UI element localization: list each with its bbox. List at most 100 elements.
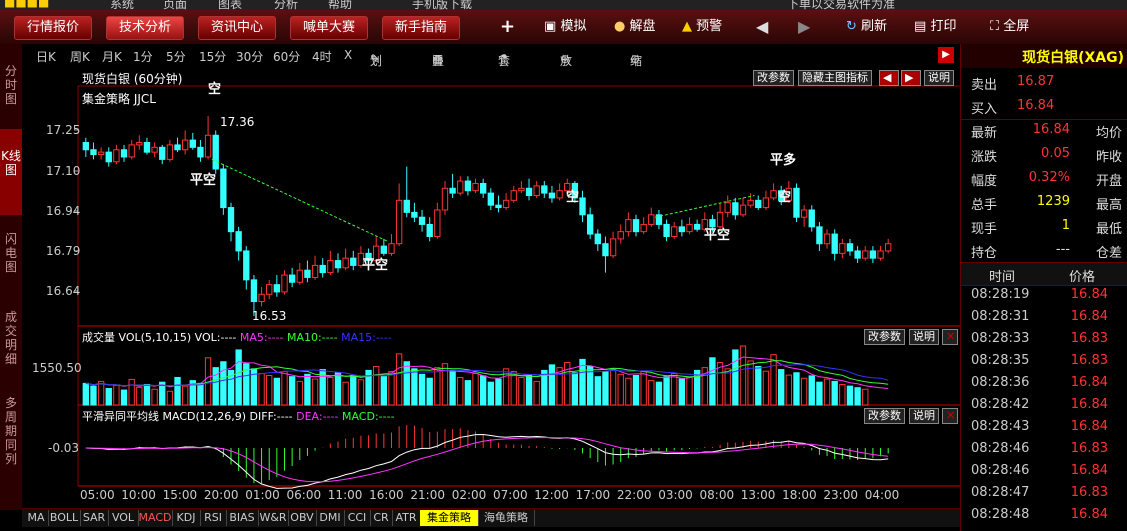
indicator-tab[interactable]: BIAS: [226, 510, 259, 526]
kline-chart[interactable]: [22, 68, 960, 510]
unlock-button[interactable]: ● 解盘: [614, 16, 656, 38]
menu-item[interactable]: 系统: [110, 0, 134, 10]
indicator-tab[interactable]: SAR: [80, 510, 109, 526]
volume-bar: [197, 382, 204, 406]
indicator-tab[interactable]: OBV: [288, 510, 317, 526]
download-link[interactable]: 手机版下载: [412, 0, 472, 10]
refresh-button[interactable]: ↻ 刷新: [846, 16, 887, 38]
indicator-tab[interactable]: CCI: [344, 510, 371, 526]
back-arrow-icon[interactable]: ◀: [756, 16, 768, 38]
period-day[interactable]: 日K: [36, 48, 56, 65]
volume-bar: [846, 385, 854, 406]
volume-bar: [732, 349, 739, 406]
indicator-tab[interactable]: KDJ: [172, 510, 201, 526]
vol-close-icon[interactable]: ✕: [942, 329, 958, 345]
period-60min[interactable]: 60分: [273, 48, 300, 65]
menu-item[interactable]: 帮助: [328, 0, 352, 10]
indicator-tab[interactable]: DMI: [316, 510, 345, 526]
tick-row: 08:28:47 16.83: [961, 482, 1127, 504]
vol-explain-button[interactable]: 说明: [909, 329, 939, 345]
next-arrow-icon[interactable]: ▶: [901, 70, 921, 86]
tick-list[interactable]: 08:28:19 16.84 08:28:31 16.84 08:28:33 16.83 0…: [961, 284, 1127, 529]
forward-arrow-icon[interactable]: ▶: [798, 16, 810, 38]
tab-kline[interactable]: K线图: [0, 129, 22, 215]
tick-price: 16.84: [1070, 375, 1108, 390]
hide-indicator-button[interactable]: 隐藏主图指标: [798, 70, 872, 86]
tick-time: 08:28:46: [971, 441, 1030, 456]
macd-change-params-button[interactable]: 改参数: [864, 408, 905, 424]
volume-bar: [296, 380, 303, 406]
period-month[interactable]: 月K: [102, 48, 122, 65]
tab-news[interactable]: 资讯中心: [198, 16, 276, 40]
candle-body: [449, 187, 456, 194]
x-tick-label: 10:00: [121, 488, 156, 502]
volume-bar: [411, 368, 418, 406]
tick-time: 08:28:19: [971, 287, 1030, 302]
tick-row: 08:28:31 16.84: [961, 306, 1127, 328]
expand-right-icon[interactable]: ▶: [938, 47, 954, 63]
volume-bar: [434, 367, 441, 406]
tab-trade-detail[interactable]: 成交明细: [0, 310, 22, 380]
volume-bar: [594, 376, 601, 406]
indicator-tab[interactable]: 集金策略: [420, 510, 479, 526]
indicator-tab[interactable]: MA: [24, 510, 49, 526]
explain-button[interactable]: 说明: [924, 70, 954, 86]
simulate-button[interactable]: ▣ 模拟: [544, 16, 586, 38]
candle-body: [846, 243, 854, 252]
candle-body: [839, 243, 846, 254]
volume-bar: [357, 379, 365, 406]
indicator-tab[interactable]: VOL: [108, 510, 139, 526]
indicator-tab[interactable]: MACD: [138, 510, 173, 526]
period-30min[interactable]: 30分: [236, 48, 263, 65]
print-button[interactable]: ▤ 打印: [914, 16, 956, 38]
indicator-tab[interactable]: CR: [370, 510, 393, 526]
volume-bar: [90, 385, 97, 406]
volume-bar: [755, 365, 762, 406]
candle-body: [296, 269, 303, 283]
indicator-tab[interactable]: RSI: [200, 510, 227, 526]
indicator-tab[interactable]: BOLL: [48, 510, 81, 526]
period-1min[interactable]: 1分: [133, 48, 153, 65]
tab-contest[interactable]: 喊单大赛: [290, 16, 368, 40]
fullscreen-button[interactable]: ⛶ 全屏: [990, 16, 1029, 38]
menu-item[interactable]: 分析: [274, 0, 298, 10]
volume-bar: [709, 357, 716, 406]
period-5min[interactable]: 5分: [166, 48, 186, 65]
prev-arrow-icon[interactable]: ◀: [879, 70, 899, 86]
macd-explain-button[interactable]: 说明: [909, 408, 939, 424]
period-15min[interactable]: 15分: [199, 48, 226, 65]
indicator-tab[interactable]: 海龟策略: [478, 510, 535, 526]
tab-multi-period[interactable]: 多周期同列: [0, 396, 22, 476]
tab-beginner-guide[interactable]: 新手指南: [382, 16, 460, 40]
candle-body: [128, 144, 135, 158]
tab-technical-analysis[interactable]: 技术分析: [106, 16, 184, 40]
candle-body: [480, 182, 487, 194]
change-params-button[interactable]: 改参数: [753, 70, 794, 86]
add-button[interactable]: +: [500, 16, 515, 38]
volume-bar: [800, 377, 808, 406]
tab-timeshare[interactable]: 分时图: [0, 64, 22, 114]
alert-button[interactable]: ▲ 预警: [682, 16, 722, 38]
refresh-label: 刷新: [861, 19, 888, 34]
indicator-tab[interactable]: W&R: [258, 510, 289, 526]
macd-close-icon[interactable]: ✕: [942, 408, 958, 424]
vol-change-params-button[interactable]: 改参数: [864, 329, 905, 345]
menu-item[interactable]: 页面: [163, 0, 187, 10]
volume-bar: [823, 378, 831, 406]
tab-flash-chart[interactable]: 闪电图: [0, 232, 22, 282]
volume-bar: [166, 390, 174, 406]
indicator-tab[interactable]: ATR: [392, 510, 421, 526]
period-x[interactable]: X: [344, 48, 352, 62]
person-icon: ●: [614, 19, 626, 34]
menu-item[interactable]: 图表: [218, 0, 242, 10]
sell-row: 卖出 16.87: [961, 70, 1127, 94]
tab-quotes[interactable]: 行情报价: [14, 16, 92, 40]
period-week[interactable]: 周K: [70, 48, 90, 65]
period-4hour[interactable]: 4时: [312, 48, 332, 65]
signal-label: 平多: [770, 153, 797, 168]
main-panel-title: 现货白银 (60分钟): [82, 72, 183, 86]
candle-body: [304, 269, 311, 278]
left-view-tabs: 分时图 K线图 闪电图 成交明细 多周期同列: [0, 44, 23, 510]
volume-bar: [388, 371, 395, 406]
x-tick-label: 02:00: [451, 488, 487, 502]
